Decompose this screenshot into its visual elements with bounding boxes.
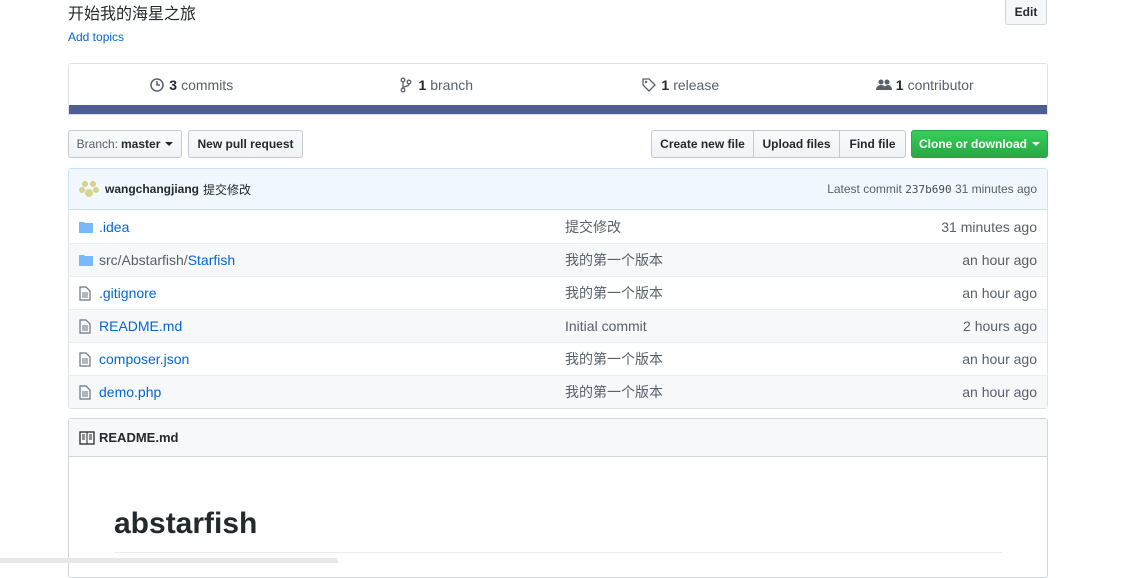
file-commit-message[interactable]: 提交修改 — [565, 217, 865, 237]
file-age: 31 minutes ago — [941, 218, 1037, 235]
file-row: README.md Initial commit 2 hours ago — [68, 309, 1048, 342]
file-row: .idea 提交修改 31 minutes ago — [68, 210, 1048, 243]
contributors-link[interactable]: 1 contributor — [803, 77, 1048, 93]
commits-link[interactable]: 3 commits — [69, 77, 314, 93]
file-commit-message[interactable]: 我的第一个版本 — [565, 283, 865, 303]
create-new-file-button[interactable]: Create new file — [651, 130, 754, 158]
contributors-count: 1 — [895, 77, 904, 93]
tag-icon — [642, 78, 657, 92]
file-icon — [79, 318, 91, 334]
file-age: an hour ago — [962, 351, 1037, 367]
commit-sha-link[interactable]: 237b690 — [905, 183, 951, 196]
people-icon — [875, 79, 892, 90]
readme-header: README.md — [69, 419, 1047, 457]
file-icon — [79, 351, 91, 367]
add-topics-link[interactable]: Add topics — [68, 30, 124, 44]
file-icon — [79, 384, 91, 400]
file-name-link[interactable]: src/Abstarfish/Starfish — [99, 252, 235, 268]
readme-box: README.md abstarfish — [68, 418, 1048, 578]
clone-or-download-button[interactable]: Clone or download — [911, 130, 1048, 158]
file-commit-message[interactable]: 我的第一个版本 — [565, 382, 865, 402]
file-navigation: Branch: master New pull request Create n… — [68, 130, 1048, 158]
new-pull-request-button[interactable]: New pull request — [188, 130, 303, 158]
branch-name: master — [121, 137, 161, 151]
directory-leaf: Starfish — [187, 252, 236, 268]
history-icon — [150, 78, 165, 92]
language-bar[interactable] — [69, 105, 1047, 114]
book-icon — [79, 430, 95, 445]
file-row: demo.php 我的第一个版本 an hour ago — [68, 375, 1048, 408]
releases-link[interactable]: 1 release — [558, 77, 803, 93]
repo-description: 开始我的海星之旅 — [68, 6, 197, 23]
folder-icon — [79, 255, 93, 266]
file-name-link[interactable]: README.md — [99, 318, 182, 334]
file-name-link[interactable]: demo.php — [99, 384, 161, 400]
latest-commit-info: Latest commit 237b690 31 minutes ago — [827, 182, 1037, 196]
file-age: an hour ago — [962, 285, 1037, 301]
commit-message-link[interactable]: 提交修改 — [203, 181, 251, 198]
branches-count: 1 — [418, 77, 427, 93]
file-name-link[interactable]: .idea — [99, 219, 129, 235]
file-icon — [79, 285, 91, 301]
file-age: an hour ago — [962, 384, 1037, 400]
branches-label: branch — [430, 77, 474, 93]
branch-prefix: Branch: — [76, 137, 118, 151]
latest-commit-age: 31 minutes ago — [954, 182, 1037, 196]
file-list: wangchangjiang 提交修改 Latest commit 237b69… — [68, 168, 1048, 409]
chevron-down-icon — [165, 142, 174, 146]
heading-divider — [114, 552, 1002, 553]
upload-files-button[interactable]: Upload files — [754, 130, 840, 158]
latest-commit-bar: wangchangjiang 提交修改 Latest commit 237b69… — [69, 169, 1047, 210]
commits-count: 3 — [169, 77, 178, 93]
releases-label: release — [673, 77, 720, 93]
file-commit-message[interactable]: 我的第一个版本 — [565, 250, 865, 270]
file-name-link[interactable]: .gitignore — [99, 285, 157, 301]
branches-link[interactable]: 1 branch — [314, 77, 559, 93]
readme-heading: abstarfish — [114, 507, 258, 540]
file-age: an hour ago — [962, 252, 1037, 268]
file-row: src/Abstarfish/Starfish 我的第一个版本 an hour … — [68, 243, 1048, 276]
file-row: composer.json 我的第一个版本 an hour ago — [68, 342, 1048, 375]
find-file-button[interactable]: Find file — [840, 130, 906, 158]
file-commit-message[interactable]: 我的第一个版本 — [565, 349, 865, 369]
file-age: 2 hours ago — [963, 318, 1037, 334]
latest-commit-label: Latest commit — [827, 182, 902, 196]
clone-label: Clone or download — [919, 137, 1027, 151]
file-row: .gitignore 我的第一个版本 an hour ago — [68, 276, 1048, 309]
repo-summary-bar: 3 commits 1 branch 1 release 1 contribut… — [68, 63, 1048, 115]
branch-select-button[interactable]: Branch: master — [68, 130, 182, 158]
folder-icon — [79, 221, 93, 233]
readme-filename: README.md — [99, 430, 179, 445]
avatar[interactable] — [79, 179, 99, 199]
file-commit-message[interactable]: Initial commit — [565, 318, 865, 334]
file-name-link[interactable]: composer.json — [99, 351, 189, 367]
edit-button[interactable]: Edit — [1005, 0, 1047, 25]
branch-icon — [400, 77, 412, 93]
commit-author-link[interactable]: wangchangjiang — [105, 182, 199, 196]
releases-count: 1 — [661, 77, 670, 93]
commits-label: commits — [181, 77, 234, 93]
directory-prefix: src/Abstarfish/ — [99, 252, 188, 268]
contributors-label: contributor — [907, 77, 974, 93]
horizontal-scrollbar[interactable] — [0, 558, 338, 563]
chevron-down-icon — [1032, 142, 1040, 146]
